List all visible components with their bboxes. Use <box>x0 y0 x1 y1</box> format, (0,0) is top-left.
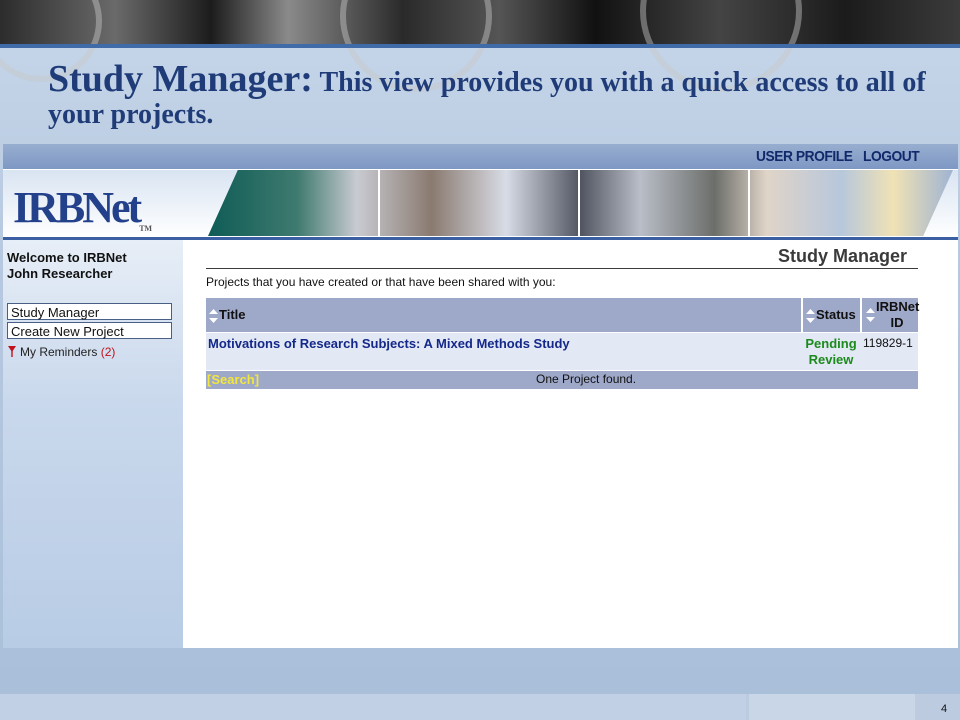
search-link[interactable]: [Search] <box>207 372 259 387</box>
results-count: One Project found. <box>536 372 637 386</box>
footer-block <box>0 694 746 720</box>
welcome-text: Welcome to IRBNet John Researcher <box>7 250 127 282</box>
create-new-project-button[interactable]: Create New Project <box>7 322 172 339</box>
user-profile-link[interactable]: USER PROFILE <box>756 148 853 165</box>
column-header-title-label: Title <box>219 307 246 322</box>
top-banner-edge <box>0 44 960 48</box>
irbnet-app-window: USER PROFILE LOGOUT IRBNetTM Welcome to … <box>3 144 958 648</box>
header-id-line2: ID <box>890 315 904 330</box>
page-number: 4 <box>941 703 948 715</box>
table-row: Motivations of Research Subjects: A Mixe… <box>206 333 918 370</box>
left-sidebar: Welcome to IRBNet John Researcher Study … <box>3 240 183 648</box>
column-header-id-label: IRBNet ID <box>876 299 920 331</box>
welcome-line: Welcome to IRBNet <box>7 250 127 265</box>
project-status: Pending Review <box>802 336 860 368</box>
logout-link[interactable]: LOGOUT <box>863 148 920 165</box>
sort-arrows-icon <box>866 308 875 322</box>
reminders-label: My Reminders <box>20 345 98 359</box>
project-id: 119829-1 <box>863 336 913 350</box>
study-manager-button[interactable]: Study Manager <box>7 303 172 320</box>
irbnet-logo[interactable]: IRBNetTM <box>13 182 152 233</box>
slide-title: Study Manager: This view provides you wi… <box>48 58 928 129</box>
reminders-count: (2) <box>100 345 116 359</box>
photo-divider <box>748 170 750 236</box>
slide-footer <box>0 694 960 720</box>
status-line1: Pending <box>805 336 857 351</box>
sort-arrows-icon <box>209 308 218 323</box>
header-id-line1: IRBNet <box>876 299 920 314</box>
footer-block <box>749 694 915 720</box>
top-banner-image <box>0 0 960 92</box>
column-header-title[interactable]: Title <box>206 298 802 332</box>
reminder-flag-icon <box>8 346 16 357</box>
my-reminders-link[interactable]: My Reminders (2) <box>7 345 115 359</box>
intro-text: Projects that you have created or that h… <box>206 275 556 289</box>
app-top-bar: USER PROFILE LOGOUT <box>3 144 958 170</box>
column-header-status[interactable]: Status <box>803 298 861 332</box>
photo-divider <box>378 170 380 236</box>
status-line2: Review <box>808 352 854 367</box>
logo-text: IRBNet <box>13 183 142 232</box>
page-title: Study Manager <box>778 246 908 266</box>
header-photo-collage <box>208 170 953 236</box>
user-name: John Researcher <box>7 266 113 281</box>
slide-title-main: Study Manager: <box>48 58 313 100</box>
sort-arrows-icon <box>806 308 815 323</box>
table-footer: [Search] One Project found. <box>206 371 918 389</box>
title-divider <box>206 268 918 269</box>
logo-trademark: TM <box>139 224 153 233</box>
column-header-irbnet-id[interactable]: IRBNet ID <box>862 298 920 332</box>
project-title-link[interactable]: Motivations of Research Subjects: A Mixe… <box>208 336 570 351</box>
app-header: IRBNetTM <box>3 170 958 238</box>
photo-divider <box>578 170 580 236</box>
column-header-status-label: Status <box>816 307 856 322</box>
